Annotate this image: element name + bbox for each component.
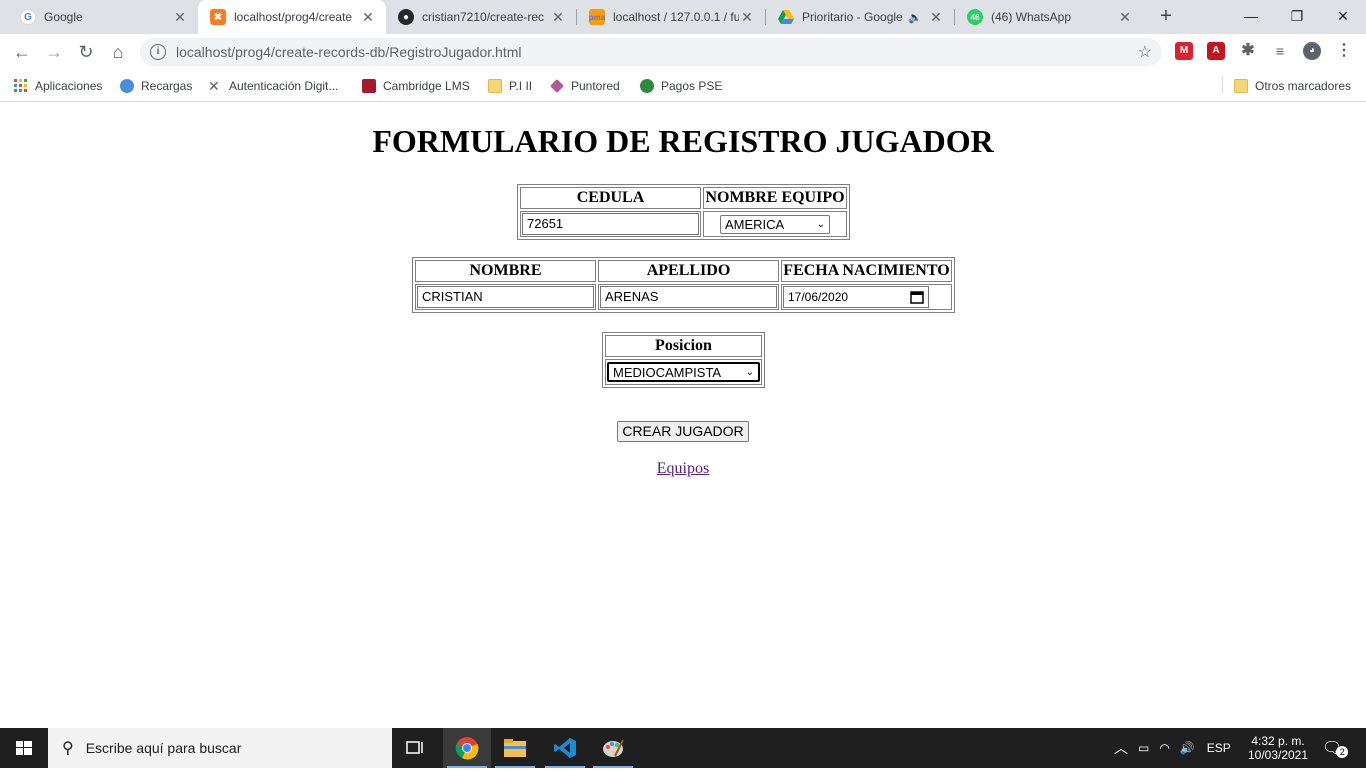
google-icon: G bbox=[20, 9, 36, 25]
volume-icon[interactable]: 🔊 bbox=[1180, 741, 1195, 755]
phpmyadmin-icon: pma bbox=[589, 9, 605, 25]
bookmark-puntored[interactable]: Puntored bbox=[550, 77, 620, 95]
folder-icon bbox=[488, 79, 502, 93]
media-control-icon[interactable]: ≡ bbox=[1271, 42, 1289, 60]
cross-icon: ✕ bbox=[208, 78, 220, 94]
close-tab-icon[interactable]: ✕ bbox=[550, 9, 566, 26]
puntored-icon bbox=[550, 79, 564, 93]
bookmark-star-icon[interactable]: ☆ bbox=[1138, 42, 1152, 62]
chrome-taskbar-icon[interactable] bbox=[443, 728, 491, 768]
taskbar-search-box[interactable]: ⚲ Escribe aquí para buscar bbox=[48, 728, 392, 768]
bookmark-aplicaciones[interactable]: Aplicaciones bbox=[14, 77, 102, 95]
cambridge-shield-icon bbox=[362, 79, 376, 93]
windows-logo-icon bbox=[16, 741, 32, 755]
site-info-icon[interactable]: i bbox=[150, 44, 166, 60]
bookmark-autenticacion[interactable]: ✕ Autenticación Digit... bbox=[208, 77, 338, 95]
close-tab-icon[interactable]: ✕ bbox=[172, 9, 188, 26]
system-tray: ︿ ▭ ◠ 🔊 ESP bbox=[1114, 728, 1245, 768]
tab-google-drive[interactable]: Prioritario - Google 🔈 ✕ bbox=[766, 0, 954, 34]
bookmark-recargas[interactable]: Recargas bbox=[120, 77, 192, 95]
nombre-apellido-fecha-table: NOMBRE APELLIDO FECHA NACIMIENTO CRISTIA… bbox=[412, 257, 955, 313]
forward-arrow-icon[interactable]: → bbox=[40, 38, 68, 66]
recargas-icon bbox=[120, 79, 134, 93]
browser-toolbar: ← → ↻ ⌂ i localhost/prog4/create-records… bbox=[0, 34, 1366, 70]
equipos-link[interactable]: Equipos bbox=[657, 460, 709, 477]
clock[interactable]: 4:32 p. m. 10/03/2021 bbox=[1246, 728, 1310, 768]
tab-strip: G Google ✕ ✖ localhost/prog4/create ✕ ● … bbox=[0, 0, 1366, 34]
profile-avatar-icon[interactable]: ◕ bbox=[1303, 42, 1321, 60]
notification-count: 2 bbox=[1336, 746, 1349, 758]
folder-icon bbox=[1234, 79, 1248, 93]
fecha-nacimiento-label: FECHA NACIMIENTO bbox=[781, 260, 952, 282]
task-view-icon[interactable] bbox=[392, 728, 440, 768]
pse-icon bbox=[640, 79, 654, 93]
paint-taskbar-icon[interactable] bbox=[589, 728, 637, 768]
tab-phpmyadmin[interactable]: pma localhost / 127.0.0.1 / fu ✕ bbox=[577, 0, 765, 34]
restore-window-button[interactable]: ❐ bbox=[1274, 0, 1320, 32]
search-icon: ⚲ bbox=[62, 740, 74, 757]
cedula-equipo-table: CEDULA NOMBRE EQUIPO 72651 AMERICA ⌄ bbox=[517, 184, 850, 240]
crear-jugador-button[interactable]: CREAR JUGADOR bbox=[617, 421, 749, 442]
back-arrow-icon[interactable]: ← bbox=[8, 38, 36, 66]
bookmark-cambridge[interactable]: Cambridge LMS bbox=[362, 77, 470, 95]
posicion-label: Posicion bbox=[605, 335, 762, 357]
page-content: FORMULARIO DE REGISTRO JUGADOR CEDULA NO… bbox=[0, 103, 1366, 728]
apellido-label: APELLIDO bbox=[598, 260, 779, 282]
tab-registro-jugador[interactable]: ✖ localhost/prog4/create ✕ bbox=[198, 0, 386, 34]
chevron-up-icon[interactable]: ︿ bbox=[1114, 738, 1128, 758]
bookmarks-separator bbox=[1222, 76, 1223, 94]
new-tab-plus-icon[interactable]: + bbox=[1154, 4, 1178, 28]
minimize-window-button[interactable]: — bbox=[1228, 0, 1274, 32]
close-tab-icon[interactable]: ✕ bbox=[360, 9, 376, 26]
mega-extension-icon[interactable]: M bbox=[1175, 42, 1193, 60]
fecha-nacimiento-input[interactable]: 17/06/2020 bbox=[783, 286, 929, 308]
bookmark-pagos-pse[interactable]: Pagos PSE bbox=[640, 77, 722, 95]
tab-google[interactable]: G Google ✕ bbox=[8, 0, 198, 34]
apps-grid-icon bbox=[14, 79, 28, 93]
address-bar[interactable]: i localhost/prog4/create-records-db/Regi… bbox=[140, 38, 1162, 66]
bookmark-pi-ii[interactable]: P.I II bbox=[488, 77, 532, 95]
reload-icon[interactable]: ↻ bbox=[72, 38, 100, 66]
calendar-icon[interactable] bbox=[910, 290, 924, 304]
page-title: FORMULARIO DE REGISTRO JUGADOR bbox=[372, 123, 994, 159]
chevron-down-icon: ⌄ bbox=[745, 366, 754, 378]
puzzle-extensions-icon[interactable]: ✱ bbox=[1239, 42, 1257, 60]
bookmarks-bar: Aplicaciones Recargas ✕ Autenticación Di… bbox=[0, 70, 1366, 102]
apellido-input[interactable]: ARENAS bbox=[600, 286, 777, 308]
nombre-label: NOMBRE bbox=[415, 260, 596, 282]
posicion-select[interactable]: MEDIOCAMPISTA ⌄ bbox=[607, 362, 760, 382]
close-tab-icon[interactable]: ✕ bbox=[928, 9, 944, 26]
menu-kebab-icon[interactable]: ⋮ bbox=[1335, 42, 1353, 60]
xampp-icon: ✖ bbox=[210, 9, 226, 25]
battery-icon[interactable]: ▭ bbox=[1138, 741, 1149, 755]
tab-github[interactable]: ● cristian7210/create-rec ✕ bbox=[386, 0, 576, 34]
tab-whatsapp[interactable]: 46 (46) WhatsApp ✕ bbox=[955, 0, 1143, 34]
drive-icon bbox=[778, 9, 794, 25]
windows-start-button[interactable] bbox=[0, 728, 48, 768]
bookmark-otros-marcadores[interactable]: Otros marcadores bbox=[1234, 77, 1351, 95]
close-window-button[interactable]: ✕ bbox=[1320, 0, 1366, 32]
language-indicator[interactable]: ESP bbox=[1207, 741, 1231, 755]
nombre-equipo-select[interactable]: AMERICA ⌄ bbox=[720, 214, 830, 234]
chevron-down-icon: ⌄ bbox=[816, 218, 825, 230]
windows-taskbar: ⚲ Escribe aquí para buscar ︿ ▭ ◠ 🔊 ESP 4… bbox=[0, 728, 1366, 768]
github-icon: ● bbox=[398, 9, 414, 25]
posicion-table: Posicion MEDIOCAMPISTA ⌄ bbox=[602, 332, 765, 388]
close-tab-icon[interactable]: ✕ bbox=[739, 9, 755, 26]
pdf-extension-icon[interactable]: A bbox=[1207, 42, 1225, 60]
cedula-input[interactable]: 72651 bbox=[522, 213, 699, 235]
vscode-taskbar-icon[interactable] bbox=[541, 728, 589, 768]
close-tab-icon[interactable]: ✕ bbox=[1117, 9, 1133, 26]
cedula-label: CEDULA bbox=[520, 187, 701, 209]
home-icon[interactable]: ⌂ bbox=[104, 38, 132, 66]
notifications-button[interactable]: 🗨 2 bbox=[1322, 728, 1349, 768]
nombre-equipo-label: NOMBRE EQUIPO bbox=[703, 187, 847, 209]
file-explorer-taskbar-icon[interactable] bbox=[491, 728, 539, 768]
nombre-input[interactable]: CRISTIAN bbox=[417, 286, 594, 308]
speaker-icon[interactable]: 🔈 bbox=[908, 11, 922, 24]
wifi-icon[interactable]: ◠ bbox=[1159, 741, 1169, 755]
whatsapp-icon: 46 bbox=[967, 9, 983, 25]
address-url[interactable]: localhost/prog4/create-records-db/Regist… bbox=[176, 44, 1138, 60]
